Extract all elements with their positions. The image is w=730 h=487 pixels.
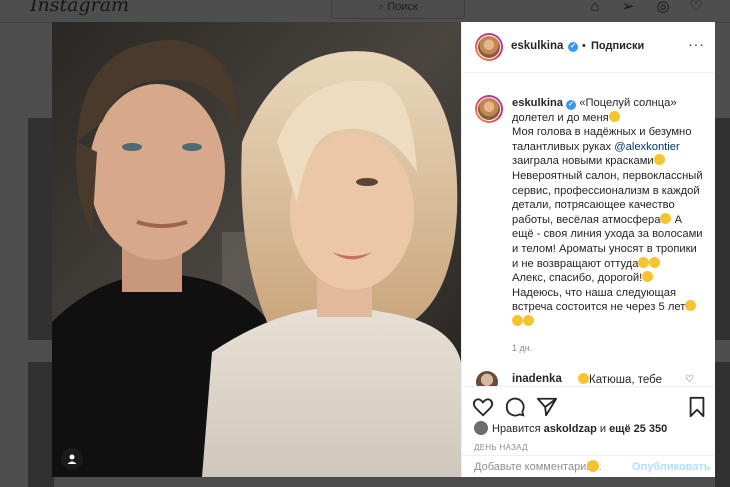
comment-input[interactable] [474, 459, 624, 475]
comment-username[interactable]: inadenka [512, 373, 562, 385]
add-comment-bar: Опубликовать [462, 455, 715, 477]
smile-emoji-icon [653, 154, 665, 166]
likes-middle: и [596, 423, 610, 435]
caption-text: Надеюсь, что наша следующая встреча сост… [512, 286, 686, 314]
post-header: eskulkina ✓ • Подписки ··· [462, 22, 715, 73]
caption-username[interactable]: eskulkina [512, 97, 563, 109]
heart-eyes-emoji-icon [608, 110, 620, 122]
post-time[interactable]: 1 дн. [512, 343, 532, 353]
post-modal: eskulkina ✓ • Подписки ··· eskulkina ✓ «… [52, 22, 715, 477]
avatar [474, 421, 488, 435]
laughing-emoji-icon [512, 314, 523, 326]
comment-item: inadenka Катюша, тебе ♡ [462, 371, 715, 386]
avatar[interactable] [476, 371, 498, 386]
laughing-emoji-icon [685, 300, 697, 312]
likes-count[interactable]: ещё 25 350 [609, 423, 667, 435]
laughing-emoji-icon [523, 314, 534, 326]
caption-text: заиграла новыми красками [512, 155, 654, 168]
sparkles-emoji-icon [638, 256, 650, 268]
emoji-picker-icon[interactable] [587, 460, 599, 472]
caption-scroll-area[interactable]: eskulkina ✓ «Поцелуй солнца» долетел и д… [462, 73, 715, 386]
share-icon[interactable] [536, 396, 558, 418]
more-icon[interactable]: ··· [688, 36, 705, 52]
heart-icon[interactable] [472, 396, 494, 418]
avatar[interactable] [475, 95, 503, 123]
post-date[interactable]: ДЕНЬ НАЗАД [474, 443, 528, 452]
avatar[interactable] [475, 33, 503, 61]
comment-body: Катюша, тебе [589, 374, 663, 386]
post-sidebar: eskulkina ✓ • Подписки ··· eskulkina ✓ «… [461, 22, 715, 477]
wink-emoji-icon [642, 271, 654, 283]
likes-prefix: Нравится [492, 423, 544, 435]
post-actions: Нравится askoldzap и ещё 25 350 ДЕНЬ НАЗ… [462, 386, 715, 477]
laughing-emoji-icon [649, 256, 661, 268]
heart-eyes-emoji-icon [578, 373, 589, 384]
caption-text: Алекс, спасибо, дорогой! [512, 272, 643, 285]
likes-summary[interactable]: Нравится askoldzap и ещё 25 350 [474, 421, 667, 435]
author-username[interactable]: eskulkina [511, 40, 563, 52]
publish-button[interactable]: Опубликовать [632, 461, 711, 473]
comment-text: Катюша, тебе [578, 373, 662, 386]
separator-dot: • [582, 40, 586, 52]
heart-eyes-emoji-icon [660, 212, 672, 224]
post-caption: eskulkina ✓ «Поцелуй солнца» долетел и д… [512, 96, 704, 330]
mention-link[interactable]: @alexkontier [614, 141, 679, 153]
like-comment-icon[interactable]: ♡ [685, 374, 694, 385]
bookmark-icon[interactable] [686, 396, 708, 418]
likes-user[interactable]: askoldzap [544, 423, 597, 435]
following-button[interactable]: Подписки [591, 40, 644, 52]
verified-icon: ✓ [568, 42, 578, 52]
comment-icon[interactable] [504, 396, 526, 418]
post-photo[interactable] [52, 22, 461, 477]
user-tag-button[interactable] [61, 448, 83, 470]
verified-icon: ✓ [566, 100, 577, 110]
user-tag-icon [67, 454, 77, 464]
